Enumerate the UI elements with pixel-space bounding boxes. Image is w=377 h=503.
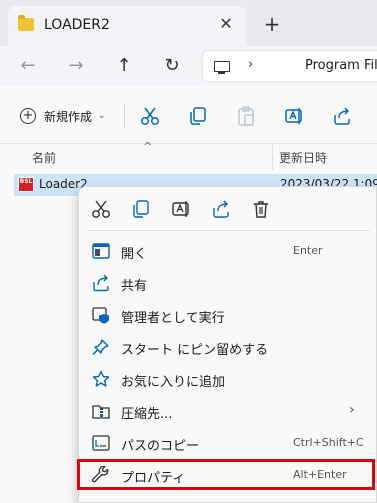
tab-title: LOADER2	[44, 17, 110, 33]
menu-item-run-as-admin[interactable]: 管理者として実行	[79, 299, 377, 331]
menu-item-pin-to-start[interactable]: スタート にピン留めする	[79, 331, 377, 363]
share-icon	[93, 274, 109, 292]
menu-item-label: 管理者として実行	[121, 311, 225, 326]
star-icon	[92, 370, 110, 387]
context-menu: 開く Enter 共有 管理者として実行 スタート にピン留めする お気に入りに…	[78, 186, 377, 503]
menu-item-shortcut: Ctrl+Shift+C	[293, 436, 364, 449]
rename-icon[interactable]	[170, 198, 192, 220]
cut-icon[interactable]	[139, 105, 161, 127]
close-tab-button[interactable]: ✕	[216, 14, 236, 34]
delete-icon[interactable]	[250, 198, 272, 220]
menu-item-shortcut: Enter	[293, 244, 323, 257]
rename-icon[interactable]	[283, 105, 305, 127]
chevron-right-icon[interactable]: ›	[248, 57, 253, 72]
column-header: ^ 名前 更新日時	[0, 140, 377, 170]
shield-icon	[92, 307, 109, 324]
share-icon[interactable]	[331, 105, 353, 127]
new-tab-button[interactable]: +	[262, 14, 282, 34]
menu-item-open[interactable]: 開く Enter	[79, 235, 377, 267]
column-name-header[interactable]: 名前	[32, 149, 56, 166]
title-bar: LOADER2 ✕ +	[0, 0, 377, 46]
new-button[interactable]: + 新規作成 ⌄	[20, 105, 106, 127]
menu-item-share[interactable]: 共有	[79, 267, 377, 299]
zip-icon	[92, 405, 110, 419]
address-bar[interactable]: › Program Fil	[202, 50, 377, 82]
menu-divider	[87, 230, 370, 231]
menu-item-label: 開く	[121, 247, 148, 262]
bsl-file-icon: BSL	[18, 177, 34, 192]
menu-item-label: パスのコピー	[121, 439, 200, 454]
paste-icon[interactable]	[235, 105, 257, 127]
folder-icon	[18, 15, 34, 31]
command-bar: + 新規作成 ⌄	[0, 86, 377, 144]
plus-circle-icon: +	[20, 108, 36, 124]
address-path[interactable]: Program Fil	[305, 58, 377, 73]
up-button[interactable]: ↑	[112, 54, 136, 78]
pin-icon	[92, 339, 109, 355]
share-icon[interactable]	[210, 198, 232, 220]
forward-button[interactable]: →	[64, 54, 88, 78]
menu-item-compress-to[interactable]: 圧縮先... ›	[79, 395, 377, 427]
menu-item-label: 圧縮先...	[121, 407, 173, 422]
navigation-bar: ← → ↑ ↻ › Program Fil	[0, 46, 377, 86]
column-date-header[interactable]: 更新日時	[279, 149, 327, 166]
computer-icon	[214, 61, 230, 74]
copy-icon[interactable]	[187, 105, 209, 127]
menu-item-label: 共有	[121, 279, 148, 294]
toolbar-divider	[124, 104, 125, 128]
refresh-button[interactable]: ↻	[160, 54, 184, 78]
chevron-down-icon: ⌄	[98, 111, 106, 121]
copy-path-icon	[92, 435, 110, 451]
cut-icon[interactable]	[90, 198, 112, 220]
copy-icon[interactable]	[130, 198, 152, 220]
context-menu-quick-actions	[79, 187, 377, 231]
menu-item-label: お気に入りに追加	[121, 375, 226, 390]
column-divider[interactable]	[272, 144, 273, 170]
sort-ascending-icon: ^	[143, 140, 153, 153]
menu-item-add-favorites[interactable]: お気に入りに追加	[79, 363, 377, 395]
menu-item-copy-path[interactable]: パスのコピー Ctrl+Shift+C	[79, 427, 377, 459]
open-icon	[92, 243, 110, 259]
menu-item-label: スタート にピン留めする	[121, 343, 269, 358]
back-button[interactable]: ←	[16, 54, 40, 78]
new-button-label: 新規作成	[44, 109, 93, 124]
tab-loader2[interactable]: LOADER2 ✕	[8, 6, 246, 46]
chevron-right-icon: ›	[349, 402, 355, 418]
highlight-box	[77, 459, 375, 490]
